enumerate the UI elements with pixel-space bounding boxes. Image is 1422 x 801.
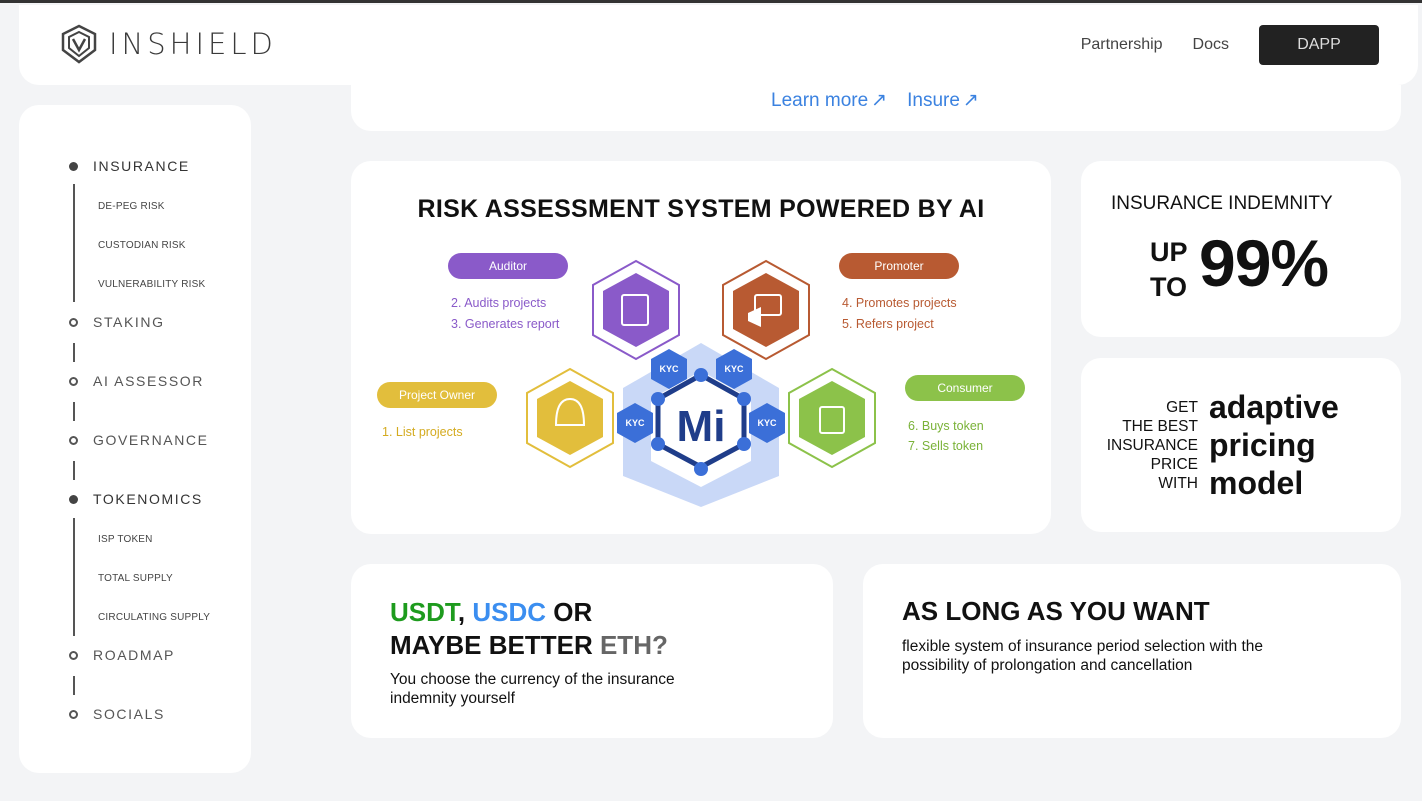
usdt-text: USDT xyxy=(390,597,458,627)
promoter-item: 5. Refers project xyxy=(842,317,934,331)
currency-card: USDT, USDC OR MAYBE BETTER ETH? You choo… xyxy=(351,564,833,738)
owner-item: 1. List projects xyxy=(382,425,463,439)
period-card: AS LONG AS YOU WANT flexible system of i… xyxy=(863,564,1401,738)
sidebar-item-label: SOCIALS xyxy=(93,706,165,722)
sidebar-item-label: INSURANCE xyxy=(93,158,190,174)
sidebar-item-tokenomics[interactable]: TOKENOMICS xyxy=(69,491,203,507)
sidebar-connector xyxy=(73,461,75,480)
sidebar-item-label: STAKING xyxy=(93,314,165,330)
sidebar-item-roadmap[interactable]: ROADMAP xyxy=(69,647,175,663)
inactive-dot-icon xyxy=(69,376,78,386)
center-mark: Mi xyxy=(677,402,726,451)
pricing-big-line: model xyxy=(1209,465,1304,501)
sidebar-item-socials[interactable]: SOCIALS xyxy=(69,706,165,722)
arrow-up-right-icon: ↗ xyxy=(962,90,979,111)
maybe-better-text: MAYBE BETTER xyxy=(390,630,600,660)
pricing-big-line: adaptive xyxy=(1209,389,1339,425)
sidebar-connector xyxy=(73,402,75,421)
sidebar-connector xyxy=(73,676,75,695)
indemnity-up: UP xyxy=(1150,237,1188,267)
period-title: AS LONG AS YOU WANT xyxy=(902,596,1210,626)
kyc-badge: KYC xyxy=(757,418,777,428)
sidebar-item-label: GOVERNANCE xyxy=(93,432,209,448)
pricing-line: THE BEST xyxy=(1122,418,1198,435)
auditor-item: 3. Generates report xyxy=(451,317,560,331)
inactive-dot-icon xyxy=(69,435,78,445)
insure-label: Insure xyxy=(907,89,960,111)
indemnity-upto: UP TO xyxy=(1150,235,1188,305)
logo[interactable]: INSHIELD xyxy=(61,24,277,64)
auditor-label: Auditor xyxy=(489,259,527,273)
learn-more-link[interactable]: Learn more ↗ xyxy=(771,89,887,112)
learn-more-label: Learn more xyxy=(771,89,869,111)
indemnity-value: 99% xyxy=(1199,226,1329,300)
kyc-badge: KYC xyxy=(659,364,679,374)
risk-diagram: Mi KYC KYC KYC KYC Auditor Promoter Proj… xyxy=(377,253,1025,507)
active-dot-icon xyxy=(69,494,78,504)
comma-text: , xyxy=(457,597,466,627)
pricing-card: GET THE BEST INSURANCE PRICE WITH adapti… xyxy=(1081,358,1401,532)
indemnity-title: INSURANCE INDEMNITY xyxy=(1111,193,1333,214)
insure-link[interactable]: Insure ↗ xyxy=(907,89,979,112)
consumer-item: 6. Buys token xyxy=(908,419,984,433)
active-dot-icon xyxy=(69,161,78,171)
sidebar-item-staking[interactable]: STAKING xyxy=(69,314,165,330)
indemnity-card: INSURANCE INDEMNITY UP TO 99% xyxy=(1081,161,1401,337)
sidebar: INSURANCE DE-PEG RISK CUSTODIAN RISK VUL… xyxy=(19,105,251,773)
promoter-label: Promoter xyxy=(874,259,923,273)
inactive-dot-icon xyxy=(69,709,78,719)
consumer-label: Consumer xyxy=(937,381,992,395)
shield-logo-icon xyxy=(61,24,97,64)
pricing-small-text: GET THE BEST INSURANCE PRICE WITH xyxy=(1107,398,1198,493)
kyc-badge: KYC xyxy=(625,418,645,428)
intro-card: Learn more ↗ Insure ↗ xyxy=(351,85,1401,131)
indemnity-to: TO xyxy=(1150,272,1188,302)
pricing-line: INSURANCE xyxy=(1106,437,1198,454)
sidebar-subitem-vulnerability[interactable]: VULNERABILITY RISK xyxy=(98,279,205,290)
pricing-big-text: adaptive pricing model xyxy=(1209,388,1339,502)
inactive-dot-icon xyxy=(69,650,78,660)
auditor-item: 2. Audits projects xyxy=(451,296,546,310)
sidebar-connector xyxy=(73,518,75,636)
owner-label: Project Owner xyxy=(399,388,475,402)
kyc-badge: KYC xyxy=(724,364,744,374)
sidebar-connector xyxy=(73,184,75,302)
sidebar-item-label: AI ASSESSOR xyxy=(93,373,204,389)
pricing-line: WITH xyxy=(1158,475,1198,492)
sidebar-item-governance[interactable]: GOVERNANCE xyxy=(69,432,209,448)
sidebar-subitem-isp-token[interactable]: ISP TOKEN xyxy=(98,534,153,545)
currency-desc: You choose the currency of the insurance… xyxy=(390,671,675,707)
eth-text: ETH? xyxy=(599,630,668,660)
period-desc: flexible system of insurance period sele… xyxy=(902,638,1263,674)
usdc-text: USDC xyxy=(472,597,547,627)
header: INSHIELD Partnership Docs DAPP xyxy=(19,5,1418,85)
sidebar-subitem-custodian[interactable]: CUSTODIAN RISK xyxy=(98,240,186,251)
inactive-dot-icon xyxy=(69,317,78,327)
nav-partnership-link[interactable]: Partnership xyxy=(1081,36,1163,54)
dapp-button[interactable]: DAPP xyxy=(1259,25,1379,65)
or-text: OR xyxy=(546,597,593,627)
logo-text: INSHIELD xyxy=(109,27,277,61)
sidebar-item-label: TOKENOMICS xyxy=(93,491,203,507)
consumer-item: 7. Sells token xyxy=(908,439,983,453)
nav-docs-link[interactable]: Docs xyxy=(1193,36,1229,54)
sidebar-subitem-depeg[interactable]: DE-PEG RISK xyxy=(98,201,165,212)
sidebar-connector xyxy=(73,343,75,362)
sidebar-subitem-total-supply[interactable]: TOTAL SUPPLY xyxy=(98,573,173,584)
top-nav: Partnership Docs DAPP xyxy=(1081,25,1379,65)
arrow-up-right-icon: ↗ xyxy=(871,90,888,111)
pricing-big-line: pricing xyxy=(1209,427,1316,463)
sidebar-item-insurance[interactable]: INSURANCE xyxy=(69,158,190,174)
sidebar-item-label: ROADMAP xyxy=(93,647,175,663)
promoter-item: 4. Promotes projects xyxy=(842,296,957,310)
sidebar-item-ai-assessor[interactable]: AI ASSESSOR xyxy=(69,373,204,389)
pricing-line: PRICE xyxy=(1150,456,1198,473)
risk-assessment-card: RISK ASSESSMENT SYSTEM POWERED BY AI Mi … xyxy=(351,161,1051,534)
currency-title: USDT, USDC OR MAYBE BETTER ETH? xyxy=(390,596,668,662)
sidebar-subitem-circulating-supply[interactable]: CIRCULATING SUPPLY xyxy=(98,612,210,623)
pricing-line: GET xyxy=(1166,399,1198,416)
